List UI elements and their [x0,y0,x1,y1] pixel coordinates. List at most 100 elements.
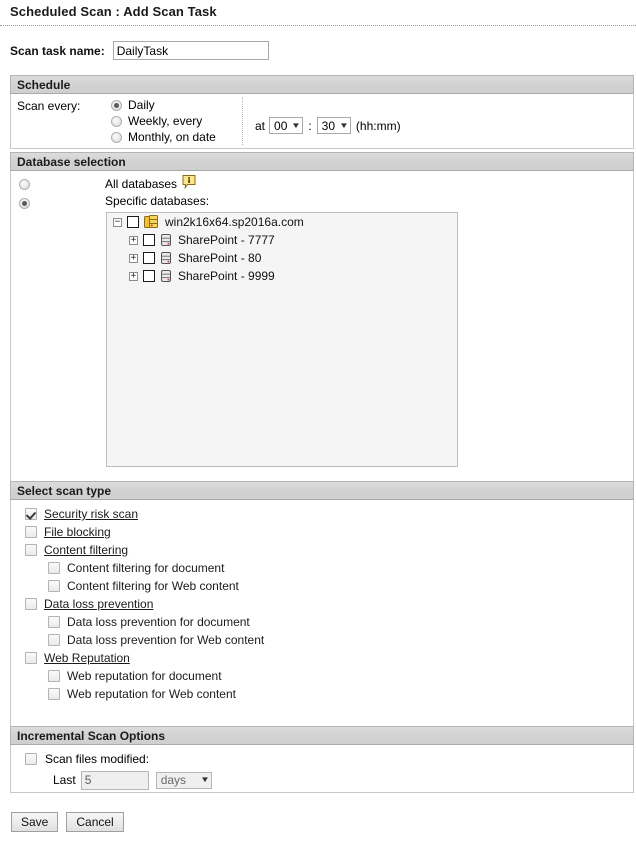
scan-type-label[interactable]: Security risk scan [44,507,138,521]
checkbox-dlp-document[interactable] [48,616,60,628]
schedule-option-monthly[interactable]: Monthly, on date [111,129,242,145]
hour-select[interactable]: 00 ▼ [269,117,304,134]
scan-type-label[interactable]: Content filtering [44,543,128,557]
last-value-input[interactable] [80,770,149,790]
checkbox-content-filtering[interactable] [25,544,37,556]
schedule-at-label: at [255,118,266,133]
tree-checkbox-child[interactable] [143,234,155,246]
time-format-hint: (hh:mm) [355,118,401,133]
collapse-icon[interactable]: − [113,217,122,227]
time-unit-select[interactable]: days ▼ [155,771,212,789]
schedule-option-daily[interactable]: Daily [111,97,242,113]
minute-select[interactable]: 30 ▼ [316,117,351,134]
server-group-icon [144,215,159,229]
radio-all-databases[interactable] [19,179,30,190]
scan-type-item-web-reputation-document[interactable]: Web reputation for document [11,667,633,685]
save-button[interactable]: Save [11,812,59,832]
checkbox-dlp-web-content[interactable] [48,634,60,646]
scan-task-name-input[interactable] [112,41,269,60]
checkbox-web-reputation-document[interactable] [48,670,60,682]
scan-type-label: Content filtering for document [67,561,225,575]
radio-daily[interactable] [111,99,122,111]
scan-task-name-label: Scan task name: [10,43,105,58]
expand-icon[interactable]: + [129,253,138,263]
scan-type-item-web-reputation[interactable]: Web Reputation [11,649,633,667]
scan-type-label[interactable]: Data loss prevention [44,597,153,611]
schedule-option-weekly-label: Weekly, every [128,114,203,128]
radio-specific-databases[interactable] [19,198,30,209]
checkbox-data-loss-prevention[interactable] [25,598,37,610]
all-databases-row: All databases [105,175,196,192]
incremental-scan-options-panel: Incremental Scan Options Scan files modi… [10,726,634,793]
cancel-button[interactable]: Cancel [66,812,124,832]
last-label: Last [53,773,76,787]
hour-select-value: 00 [274,118,288,133]
database-selection-body: All databases Specific databases: − win2… [10,171,634,497]
title-divider [0,25,636,27]
scan-type-item-content-filtering-web[interactable]: Content filtering for Web content [11,577,633,595]
scan-type-item-dlp-web[interactable]: Data loss prevention for Web content [11,631,633,649]
scan-task-name-row: Scan task name: [10,41,269,60]
scan-type-item-data-loss-prevention[interactable]: Data loss prevention [11,595,633,613]
scan-type-label: Web reputation for document [67,669,222,683]
scan-type-item-web-reputation-web[interactable]: Web reputation for Web content [11,685,633,703]
checkbox-security-risk-scan[interactable] [25,508,37,520]
expand-icon[interactable]: + [129,271,138,281]
incremental-last-row: Last days ▼ [11,769,633,791]
all-databases-label: All databases [105,176,178,191]
tree-checkbox-root[interactable] [127,216,139,228]
tree-checkbox-child[interactable] [143,270,155,282]
chevron-down-icon: ▼ [199,775,210,784]
database-tree[interactable]: − win2k16x64.sp2016a.com + SharePoint - … [106,212,458,467]
checkbox-file-blocking[interactable] [25,526,37,538]
incremental-body: Scan files modified: Last days ▼ [10,745,634,793]
radio-weekly[interactable] [111,115,122,127]
schedule-section-title: Schedule [10,75,634,94]
tree-node-child-label: SharePoint - 9999 [178,269,275,283]
scan-type-item-security-risk-scan[interactable]: Security risk scan [11,505,633,523]
schedule-frequency-group: Daily Weekly, every Monthly, on date [111,97,243,145]
scan-files-modified-label: Scan files modified: [45,752,150,766]
scan-type-label[interactable]: Web Reputation [44,651,130,665]
schedule-option-daily-label: Daily [128,98,155,112]
schedule-body: Scan every: Daily Weekly, every Monthly,… [10,94,634,149]
page-title: Scheduled Scan : Add Scan Task [10,4,217,19]
tree-node-child-label: SharePoint - 80 [178,251,262,265]
expand-icon[interactable]: + [129,235,138,245]
schedule-panel: Schedule Scan every: Daily Weekly, every… [10,75,634,149]
checkbox-content-filtering-document[interactable] [48,562,60,574]
scan-type-item-file-blocking[interactable]: File blocking [11,523,633,541]
radio-monthly[interactable] [111,131,122,143]
database-selection-section-title: Database selection [10,152,634,171]
database-icon [160,233,172,247]
scan-type-label[interactable]: File blocking [44,525,111,539]
database-icon [160,269,172,283]
scan-type-body: Security risk scan File blocking Content… [10,500,634,743]
scan-type-label: Content filtering for Web content [67,579,239,593]
checkbox-scan-files-modified[interactable] [25,753,37,765]
scan-files-modified-row[interactable]: Scan files modified: [11,745,633,769]
scan-type-item-content-filtering-document[interactable]: Content filtering for document [11,559,633,577]
info-balloon-icon[interactable] [182,175,196,192]
schedule-option-monthly-label: Monthly, on date [128,130,216,144]
scheduled-scan-add-task-page: Scheduled Scan : Add Scan Task Scan task… [0,0,636,854]
tree-node-child-label: SharePoint - 7777 [178,233,275,247]
scan-type-label: Data loss prevention for Web content [67,633,265,647]
tree-node-child[interactable]: + SharePoint - 9999 [107,267,457,285]
tree-node-child[interactable]: + SharePoint - 7777 [107,231,457,249]
scan-type-item-content-filtering[interactable]: Content filtering [11,541,633,559]
time-unit-select-value: days [160,773,187,787]
scan-type-item-dlp-document[interactable]: Data loss prevention for document [11,613,633,631]
scan-every-label: Scan every: [17,99,81,113]
scan-type-label: Data loss prevention for document [67,615,250,629]
scan-type-label: Web reputation for Web content [67,687,236,701]
schedule-option-weekly[interactable]: Weekly, every [111,113,242,129]
tree-node-child[interactable]: + SharePoint - 80 [107,249,457,267]
checkbox-content-filtering-web-content[interactable] [48,580,60,592]
tree-checkbox-child[interactable] [143,252,155,264]
checkbox-web-reputation[interactable] [25,652,37,664]
checkbox-web-reputation-web-content[interactable] [48,688,60,700]
tree-node-root[interactable]: − win2k16x64.sp2016a.com [107,213,457,231]
incremental-section-title: Incremental Scan Options [10,726,634,745]
minute-select-value: 30 [321,118,335,133]
